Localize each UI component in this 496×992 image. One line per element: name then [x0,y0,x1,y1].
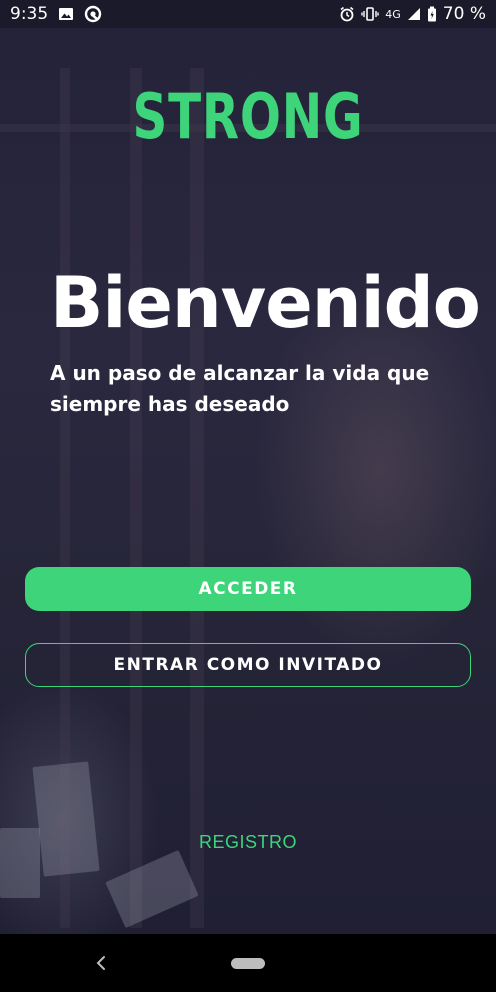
battery-icon [427,6,437,22]
signal-icon [407,7,421,21]
welcome-screen: 9:35 4G 70 % STRONG Bienvenido A un paso… [0,0,496,992]
welcome-subtitle: A un paso de alcanzar la vida que siempr… [50,361,430,416]
system-nav-bar [0,934,496,992]
network-type: 4G [385,7,401,21]
guest-login-button[interactable]: ENTRAR COMO INVITADO [25,643,471,687]
battery-percent: 70 % [442,4,486,24]
image-icon [58,6,74,22]
home-pill-icon[interactable] [231,958,265,969]
register-link[interactable]: REGISTRO [0,832,496,853]
back-icon[interactable] [90,952,112,974]
status-bar: 9:35 4G 70 % [0,0,496,28]
welcome-title: Bienvenido [50,262,481,344]
login-button[interactable]: ACCEDER [25,567,471,611]
alarm-icon [339,6,355,22]
sync-icon [84,5,102,23]
status-time: 9:35 [10,4,49,24]
app-logo: STRONG [132,80,364,153]
background-photo [0,28,496,934]
vibrate-icon [361,6,379,22]
